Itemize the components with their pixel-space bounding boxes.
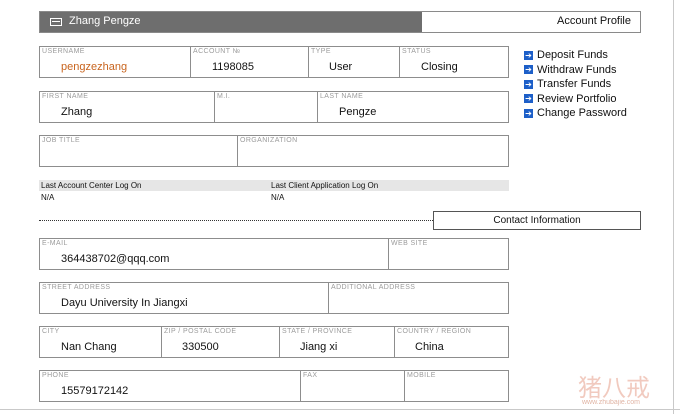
email-field[interactable]: E-MAIL 364438702@qqq.com	[40, 239, 388, 269]
watermark-url: www.zhubajie.com	[582, 399, 640, 406]
country-field[interactable]: COUNTRY / REGION China	[394, 327, 508, 357]
city-field[interactable]: CITY Nan Chang	[40, 327, 161, 357]
window-right-edge	[673, 0, 674, 414]
state-value: Jiang xi	[300, 341, 338, 353]
change-password-label: Change Password	[537, 107, 627, 120]
street-address-label: STREET ADDRESS	[42, 284, 111, 291]
fax-field[interactable]: FAX	[300, 371, 404, 401]
country-value: China	[415, 341, 444, 353]
city-label: CITY	[42, 328, 60, 335]
additional-address-field[interactable]: ADDITIONAL ADDRESS	[328, 283, 508, 313]
header-user-panel: Zhang Pengze	[40, 12, 422, 32]
deposit-funds-label: Deposit Funds	[537, 49, 608, 62]
type-label: TYPE	[311, 48, 331, 55]
review-portfolio-label: Review Portfolio	[537, 92, 617, 105]
additional-address-label: ADDITIONAL ADDRESS	[331, 284, 416, 291]
status-value: Closing	[421, 61, 458, 73]
profile-header: Zhang Pengze Account Profile	[39, 11, 641, 33]
fax-label: FAX	[303, 372, 318, 379]
transfer-funds-link[interactable]: ➔ Transfer Funds	[524, 77, 627, 92]
arrow-right-icon: ➔	[524, 94, 533, 104]
account-number-value: 1198085	[212, 61, 255, 73]
organization-label: ORGANIZATION	[240, 137, 298, 144]
organization-field[interactable]: ORGANIZATION	[237, 136, 508, 166]
change-password-link[interactable]: ➔ Change Password	[524, 106, 627, 121]
account-number-field[interactable]: ACCOUNT № 1198085	[190, 47, 308, 77]
type-field[interactable]: TYPE User	[308, 47, 399, 77]
phone-field[interactable]: PHONE 15579172142	[40, 371, 300, 401]
address-row: STREET ADDRESS Dayu University In Jiangx…	[39, 282, 509, 314]
last-account-center-logon-label: Last Account Center Log On	[41, 181, 142, 190]
mobile-field[interactable]: MOBILE	[404, 371, 508, 401]
header-section-title: Account Profile	[557, 15, 631, 27]
last-client-app-logon-value: N/A	[271, 193, 285, 202]
arrow-right-icon: ➔	[524, 79, 533, 89]
transfer-funds-label: Transfer Funds	[537, 78, 612, 91]
email-value: 364438702@qqq.com	[61, 253, 170, 265]
section-divider	[39, 220, 433, 221]
username-field[interactable]: USERNAME pengzezhang	[40, 47, 190, 77]
withdraw-funds-label: Withdraw Funds	[537, 63, 617, 76]
arrow-right-icon: ➔	[524, 50, 533, 60]
middle-initial-label: M.I.	[217, 93, 231, 100]
last-name-value: Pengze	[339, 106, 377, 118]
zip-label: ZIP / POSTAL CODE	[164, 328, 237, 335]
first-name-value: Zhang	[61, 106, 93, 118]
last-client-app-logon-label: Last Client Application Log On	[271, 181, 379, 190]
header-user-name: Zhang Pengze	[69, 15, 141, 27]
location-row: CITY Nan Chang ZIP / POSTAL CODE 330500 …	[39, 326, 509, 358]
review-portfolio-link[interactable]: ➔ Review Portfolio	[524, 92, 627, 107]
status-field[interactable]: STATUS Closing	[399, 47, 508, 77]
account-number-label: ACCOUNT №	[193, 48, 241, 55]
state-field[interactable]: STATE / PROVINCE Jiang xi	[279, 327, 394, 357]
email-row: E-MAIL 364438702@qqq.com WEB SITE	[39, 238, 509, 270]
street-address-value: Dayu University In Jiangxi	[61, 297, 188, 309]
phone-value: 15579172142	[61, 385, 129, 397]
phone-row: PHONE 15579172142 FAX MOBILE	[39, 370, 509, 402]
type-value: User	[329, 61, 353, 73]
username-label: USERNAME	[42, 48, 85, 55]
last-account-center-logon-value: N/A	[41, 193, 55, 202]
city-value: Nan Chang	[61, 341, 117, 353]
job-title-field[interactable]: JOB TITLE	[40, 136, 237, 166]
last-name-field[interactable]: LAST NAME Pengze	[317, 92, 508, 122]
username-value: pengzezhang	[61, 61, 128, 73]
middle-initial-field[interactable]: M.I.	[214, 92, 317, 122]
arrow-right-icon: ➔	[524, 108, 533, 118]
zip-value: 330500	[182, 341, 219, 353]
country-label: COUNTRY / REGION	[397, 328, 472, 335]
arrow-right-icon: ➔	[524, 65, 533, 75]
website-label: WEB SITE	[391, 240, 428, 247]
profile-card-icon	[50, 18, 62, 26]
last-name-label: LAST NAME	[320, 93, 364, 100]
watermark-logo: 猪八戒 www.zhubajie.com	[538, 364, 666, 410]
job-title-label: JOB TITLE	[42, 137, 81, 144]
contact-information-tab[interactable]: Contact Information	[433, 211, 641, 230]
withdraw-funds-link[interactable]: ➔ Withdraw Funds	[524, 63, 627, 78]
deposit-funds-link[interactable]: ➔ Deposit Funds	[524, 48, 627, 63]
website-field[interactable]: WEB SITE	[388, 239, 508, 269]
status-label: STATUS	[402, 48, 431, 55]
state-label: STATE / PROVINCE	[282, 328, 353, 335]
zip-field[interactable]: ZIP / POSTAL CODE 330500	[161, 327, 279, 357]
job-row: JOB TITLE ORGANIZATION	[39, 135, 509, 167]
email-label: E-MAIL	[42, 240, 68, 247]
account-row: USERNAME pengzezhang ACCOUNT № 1198085 T…	[39, 46, 509, 78]
phone-label: PHONE	[42, 372, 69, 379]
watermark-text: 猪八戒	[578, 374, 650, 402]
first-name-label: FIRST NAME	[42, 93, 89, 100]
mobile-label: MOBILE	[407, 372, 436, 379]
first-name-field[interactable]: FIRST NAME Zhang	[40, 92, 214, 122]
name-row: FIRST NAME Zhang M.I. LAST NAME Pengze	[39, 91, 509, 123]
account-actions: ➔ Deposit Funds ➔ Withdraw Funds ➔ Trans…	[524, 48, 627, 121]
street-address-field[interactable]: STREET ADDRESS Dayu University In Jiangx…	[40, 283, 328, 313]
